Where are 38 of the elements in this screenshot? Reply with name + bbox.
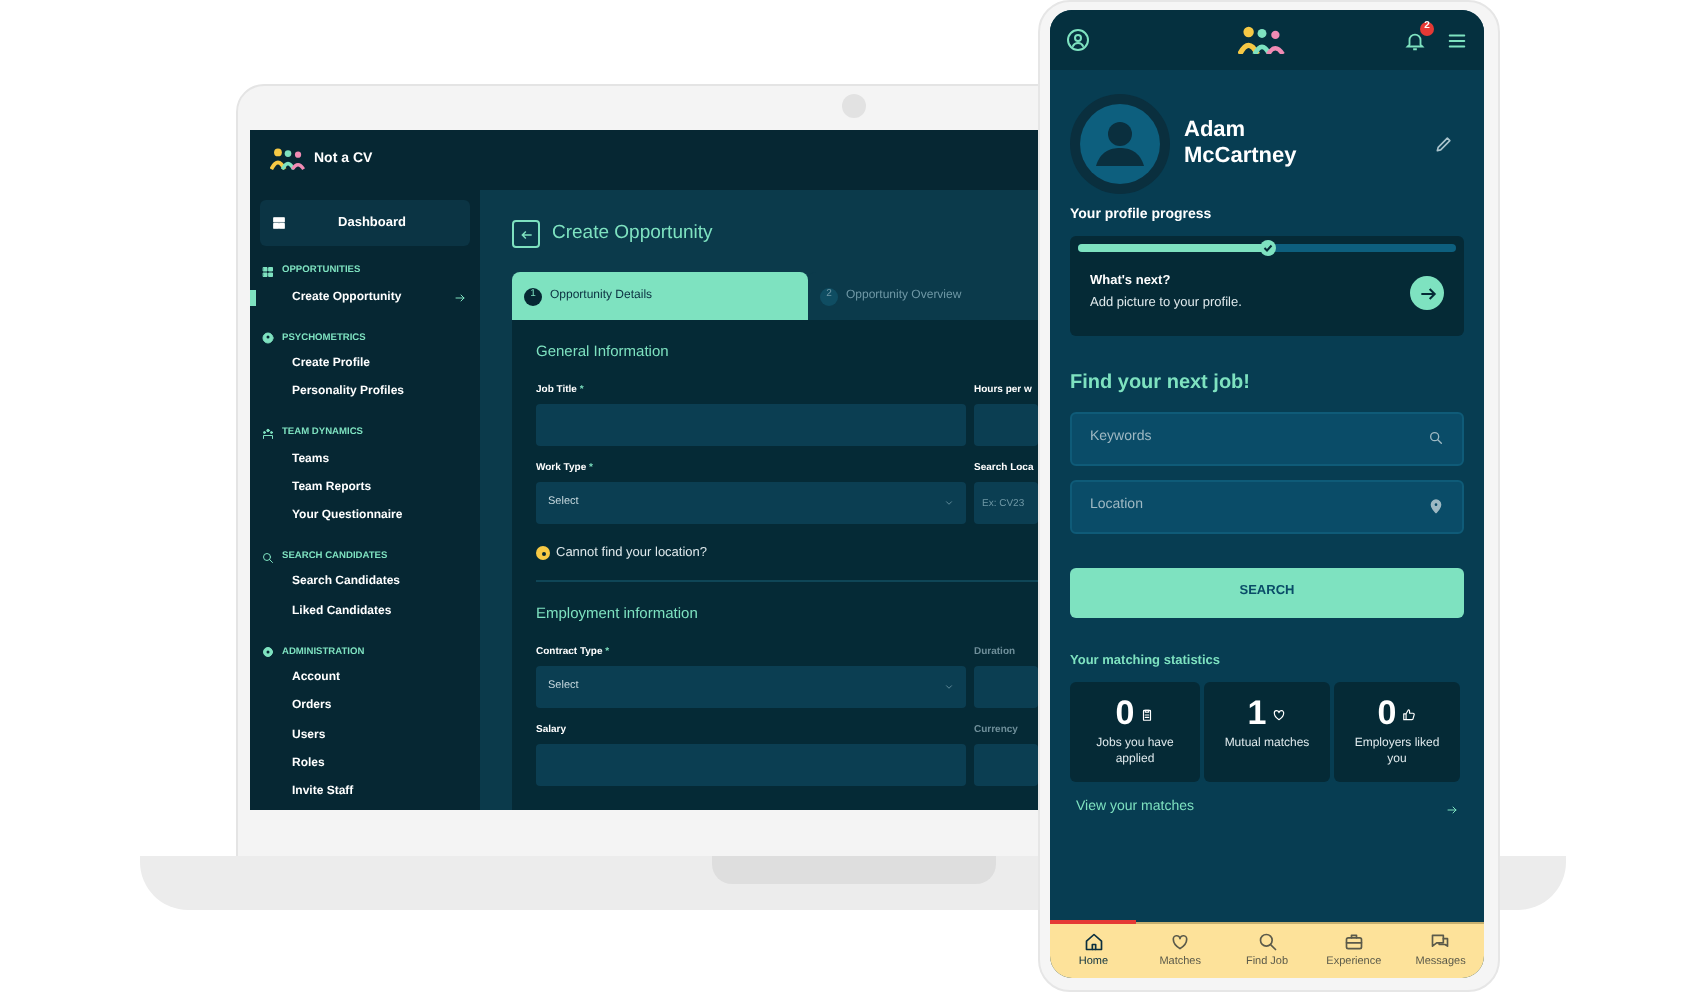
brand-logo bbox=[270, 148, 306, 172]
briefcase-icon bbox=[1343, 931, 1364, 952]
search-icon bbox=[262, 551, 274, 564]
user-name: Adam McCartney bbox=[1184, 118, 1299, 170]
chevron-down-icon bbox=[944, 681, 954, 692]
arrow-right-icon bbox=[454, 292, 466, 305]
heart-icon bbox=[1272, 707, 1287, 722]
stat-value: 0 bbox=[1115, 696, 1135, 733]
back-button[interactable] bbox=[512, 220, 540, 248]
chat-icon bbox=[1430, 931, 1451, 952]
chevron-down-icon bbox=[944, 498, 954, 508]
input-field[interactable] bbox=[974, 404, 1038, 446]
arrow-left-icon bbox=[519, 227, 533, 241]
search-heading: Find your next job! bbox=[1068, 369, 1252, 397]
avatar-placeholder bbox=[1070, 94, 1170, 194]
menu-icon[interactable] bbox=[1446, 29, 1468, 51]
team-icon bbox=[262, 427, 274, 440]
thumbs-up-icon bbox=[1402, 707, 1417, 722]
app-logo bbox=[1237, 25, 1285, 55]
grid-icon bbox=[262, 266, 274, 278]
search-icon bbox=[1257, 931, 1278, 952]
page-title: Create Opportunity bbox=[552, 219, 713, 248]
dashboard-icon bbox=[272, 216, 286, 230]
pencil-icon[interactable] bbox=[1434, 134, 1454, 154]
input-field[interactable] bbox=[974, 743, 1038, 786]
selected-indicator bbox=[250, 290, 256, 306]
input-field[interactable] bbox=[536, 404, 966, 446]
clipboard-icon bbox=[1140, 707, 1155, 722]
arrow-right-icon bbox=[1446, 803, 1458, 815]
input-field[interactable] bbox=[536, 743, 966, 786]
heart-icon bbox=[1170, 931, 1191, 952]
stat-value: 0 bbox=[1377, 696, 1397, 733]
input-field[interactable] bbox=[974, 665, 1038, 708]
stat-value: 1 bbox=[1247, 696, 1267, 733]
home-icon bbox=[1083, 931, 1104, 952]
arrow-right-icon bbox=[1417, 283, 1437, 303]
search-icon bbox=[1428, 430, 1444, 446]
next-button[interactable] bbox=[1410, 276, 1444, 310]
